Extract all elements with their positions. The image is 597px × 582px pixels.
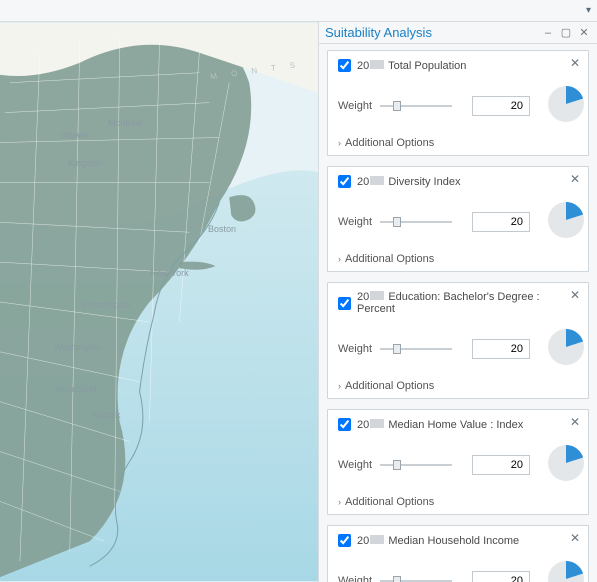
year-prefix: 20 [357,419,369,431]
year-blur [370,60,384,69]
criteria-title: 20 Median Household Income [357,535,519,547]
criteria-name: Median Home Value : Index [388,419,523,431]
panel-restore-button[interactable]: ▢ [559,26,573,40]
criteria-name: Total Population [388,60,466,72]
weight-input[interactable] [472,339,530,359]
chevron-right-icon: › [338,138,341,148]
additional-options-label: Additional Options [345,137,434,149]
weight-label: Weight [338,575,372,582]
chevron-right-icon: › [338,254,341,264]
chevron-right-icon: › [338,497,341,507]
criteria-name: Education: Bachelor's Degree : Percent [357,291,540,315]
additional-options-toggle[interactable]: › Additional Options [338,496,578,508]
weight-input[interactable] [472,571,530,582]
year-prefix: 20 [357,176,369,188]
weight-slider[interactable] [380,458,452,472]
chevron-right-icon: › [338,381,341,391]
criteria-card: ✕ 20 Diversity Index Weight › Additional… [327,166,589,272]
criteria-card: ✕ 20 Median Household Income Weight › Ad… [327,525,589,582]
criteria-enable-checkbox[interactable] [338,59,351,72]
remove-criteria-button[interactable]: ✕ [570,289,580,301]
weight-label: Weight [338,216,372,228]
criteria-title: 20 Diversity Index [357,176,460,188]
criteria-enable-checkbox[interactable] [338,418,351,431]
year-prefix: 20 [357,60,369,72]
additional-options-label: Additional Options [345,496,434,508]
weight-pie-icon [546,559,586,582]
panel-header: Suitability Analysis – ▢ ✕ [319,22,597,44]
year-prefix: 20 [357,291,369,303]
criteria-enable-checkbox[interactable] [338,175,351,188]
weight-input[interactable] [472,212,530,232]
map-canvas [0,22,318,582]
year-blur [370,176,384,185]
suitability-panel: Suitability Analysis – ▢ ✕ ✕ 20 Total Po… [319,22,597,582]
weight-slider[interactable] [380,342,452,356]
weight-slider[interactable] [380,574,452,582]
toolbar-dropdown-caret[interactable]: ▾ [586,5,591,16]
year-prefix: 20 [357,535,369,547]
criteria-title: 20 Total Population [357,60,466,72]
remove-criteria-button[interactable]: ✕ [570,532,580,544]
weight-pie-icon [546,443,586,486]
remove-criteria-button[interactable]: ✕ [570,173,580,185]
additional-options-label: Additional Options [345,380,434,392]
criteria-title: 20 Education: Bachelor's Degree : Percen… [357,291,578,315]
weight-slider[interactable] [380,99,452,113]
additional-options-toggle[interactable]: › Additional Options [338,380,578,392]
weight-pie-icon [546,200,586,243]
year-blur [370,419,384,428]
criteria-name: Median Household Income [388,535,519,547]
map-view[interactable]: M O N T S Ottawa Montréal Kingston Bosto… [0,22,319,582]
criteria-enable-checkbox[interactable] [338,297,351,310]
criteria-enable-checkbox[interactable] [338,534,351,547]
weight-label: Weight [338,100,372,112]
criteria-card: ✕ 20 Education: Bachelor's Degree : Perc… [327,282,589,399]
weight-input[interactable] [472,96,530,116]
criteria-card: ✕ 20 Median Home Value : Index Weight › … [327,409,589,515]
criteria-card: ✕ 20 Total Population Weight › Additiona… [327,50,589,156]
additional-options-toggle[interactable]: › Additional Options [338,137,578,149]
criteria-title: 20 Median Home Value : Index [357,419,523,431]
criteria-name: Diversity Index [388,176,460,188]
weight-label: Weight [338,459,372,471]
year-blur [370,535,384,544]
top-toolbar: ▾ [0,0,597,22]
remove-criteria-button[interactable]: ✕ [570,57,580,69]
panel-body: ✕ 20 Total Population Weight › Additiona… [319,44,597,582]
year-blur [370,291,384,300]
remove-criteria-button[interactable]: ✕ [570,416,580,428]
weight-label: Weight [338,343,372,355]
panel-close-button[interactable]: ✕ [577,26,591,40]
weight-pie-icon [546,84,586,127]
panel-title: Suitability Analysis [325,25,537,40]
weight-pie-icon [546,327,586,370]
weight-slider[interactable] [380,215,452,229]
additional-options-label: Additional Options [345,253,434,265]
additional-options-toggle[interactable]: › Additional Options [338,253,578,265]
panel-minimize-button[interactable]: – [541,26,555,40]
weight-input[interactable] [472,455,530,475]
